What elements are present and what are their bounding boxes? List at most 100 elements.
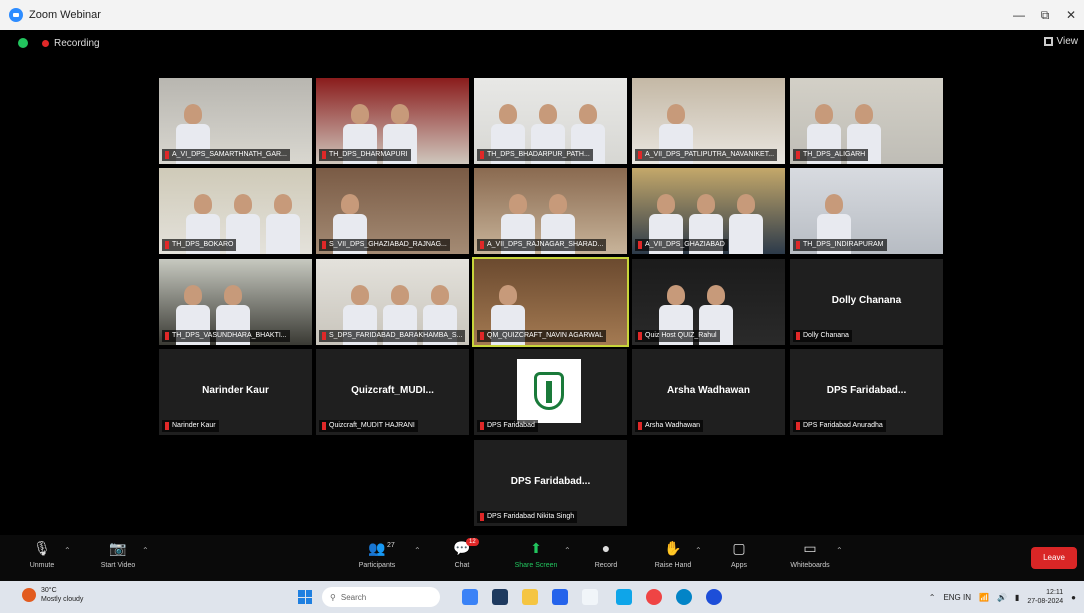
recording-dot-icon — [42, 39, 49, 47]
weather-icon — [22, 588, 36, 602]
participant-display-name: Narinder Kaur — [202, 385, 269, 396]
search-icon: ⚲ — [330, 592, 336, 602]
raise-hand-button[interactable]: ✋ Raise Hand — [643, 540, 703, 569]
participant-name-label: Dolly Chanana — [793, 330, 852, 342]
taskbar-app-icon[interactable] — [616, 589, 632, 605]
participant-name-label: TH_DPS_BHADARPUR_PATH... — [477, 149, 593, 161]
window-title: Zoom Webinar — [29, 9, 101, 21]
video-options-chevron-icon[interactable]: ⌃ — [142, 546, 149, 555]
apps-button[interactable]: ▢ Apps — [709, 540, 769, 569]
wifi-icon[interactable]: 📶 — [979, 593, 989, 602]
os-taskbar: 30°C Mostly cloudy ⚲ Search ⌃ ENG IN 📶 🔊… — [0, 581, 1084, 613]
share-screen-icon: ⬆ — [530, 540, 542, 556]
participant-name-label: Arsha Wadhawan — [635, 420, 703, 432]
window-titlebar: Zoom Webinar — ⧉ ✕ — [0, 0, 1084, 30]
participant-name-label: DPS Faridabad Nikita Singh — [477, 511, 578, 523]
meeting-toolbar: 🎙 Unmute ⌃ 📷 Start Video ⌃ 👥 Participant… — [0, 535, 1084, 581]
participant-name-label: TH_DPS_ALIGARH — [793, 149, 869, 161]
zoom-taskbar-icon[interactable] — [552, 589, 568, 605]
participant-name-label: A_VII_DPS_PATLIPUTRA_NAVANIKET... — [635, 149, 778, 161]
participant-tile[interactable]: DPS Faridabad — [474, 349, 627, 435]
chat-button[interactable]: 💬 12 Chat — [432, 538, 492, 569]
whiteboards-button[interactable]: ▭ Whiteboards — [780, 540, 840, 569]
participant-display-name: Dolly Chanana — [831, 295, 902, 306]
notification-icon[interactable]: ● — [1071, 593, 1076, 602]
participant-tile[interactable]: S_VII_DPS_GHAZIABAD_RAJNAG... — [316, 168, 469, 254]
participant-name-label: S_VII_DPS_GHAZIABAD_RAJNAG... — [319, 239, 450, 251]
record-icon: ● — [601, 540, 611, 556]
recording-indicator[interactable]: Recording — [42, 38, 100, 49]
participant-name-label: A_VI_DPS_SAMARTHNATH_GAR... — [162, 149, 290, 161]
participant-name-label: DPS Faridabad — [477, 420, 538, 432]
participant-tile[interactable]: TH_DPS_VASUNDHARA_BHAKTI... — [159, 259, 312, 345]
participant-tile[interactable]: DPS Faridabad... DPS Faridabad Nikita Sin… — [474, 440, 627, 526]
participant-tile[interactable]: TH_DPS_DHARMAPURI — [316, 78, 469, 164]
participant-name-label: QM_QUIZCRAFT_NAVIN AGARWAL — [477, 330, 607, 342]
language-indicator[interactable]: ENG IN — [943, 593, 971, 602]
view-label: View — [1056, 36, 1079, 47]
taskbar-app-icon[interactable] — [706, 589, 722, 605]
restore-button[interactable]: ⧉ — [1032, 8, 1058, 23]
participants-icon: 👥 — [368, 540, 386, 556]
participant-name-label: TH_DPS_INDIRAPURAM — [793, 239, 887, 251]
taskbar-search[interactable]: ⚲ Search — [322, 587, 440, 607]
taskbar-app-icon[interactable] — [582, 589, 598, 605]
windows-start-icon[interactable] — [298, 590, 312, 604]
participant-tile[interactable]: Arsha Wadhawan Arsha Wadhawan — [632, 349, 785, 435]
minimize-button[interactable]: — — [1006, 8, 1032, 22]
participant-tile[interactable]: DPS Faridabad... DPS Faridabad Anuradha — [790, 349, 943, 435]
close-button[interactable]: ✕ — [1058, 8, 1084, 22]
participant-name-label: TH_DPS_VASUNDHARA_BHAKTI... — [162, 330, 290, 342]
camera-off-icon: 📷 — [109, 540, 127, 556]
unmute-button[interactable]: 🎙 Unmute — [12, 540, 72, 569]
participant-tile[interactable]: Narinder Kaur Narinder Kaur — [159, 349, 312, 435]
participants-chevron-icon[interactable]: ⌃ — [414, 546, 421, 555]
system-clock[interactable]: 12:11 27-08-2024 — [1027, 588, 1063, 606]
participant-tile[interactable]: Quizcraft_MUDI... Quizcraft_MUDIT HAJRANI — [316, 349, 469, 435]
grid-view-icon — [1043, 37, 1053, 46]
participant-name-label: TH_DPS_DHARMAPURI — [319, 149, 411, 161]
participants-button[interactable]: 👥 Participants 27 — [347, 540, 407, 569]
participant-display-name: Arsha Wadhawan — [667, 385, 750, 396]
share-screen-button[interactable]: ⬆ Share Screen — [506, 540, 566, 569]
meeting-topbar: Recording View — [0, 30, 1084, 56]
participant-tile[interactable]: A_VII_DPS_RAJNAGAR_SHARAD... — [474, 168, 627, 254]
participant-tile[interactable]: A_VI_DPS_SAMARTHNATH_GAR... — [159, 78, 312, 164]
chrome-icon[interactable] — [646, 589, 662, 605]
edge-icon[interactable] — [676, 589, 692, 605]
participant-tile[interactable]: Quiz Host QUIZ_Rahul — [632, 259, 785, 345]
battery-icon[interactable]: ▮ — [1015, 593, 1019, 602]
participant-tile[interactable]: Dolly Chanana Dolly Chanana — [790, 259, 943, 345]
participant-tile[interactable]: TH_DPS_INDIRAPURAM — [790, 168, 943, 254]
recording-label: Recording — [54, 37, 100, 49]
security-shield-icon[interactable] — [18, 38, 28, 48]
participant-tile[interactable]: TH_DPS_ALIGARH — [790, 78, 943, 164]
reactions-chevron-icon[interactable]: ⌃ — [695, 546, 702, 555]
window-controls: — ⧉ ✕ — [1006, 0, 1084, 30]
participant-name-label: TH_DPS_BOKARO — [162, 239, 237, 251]
participant-tile[interactable]: TH_DPS_BHADARPUR_PATH... — [474, 78, 627, 164]
participant-tile[interactable]: A_VII_DPS_GHAZIABAD — [632, 168, 785, 254]
audio-options-chevron-icon[interactable]: ⌃ — [64, 546, 71, 555]
start-video-button[interactable]: 📷 Start Video — [88, 540, 148, 569]
tray-chevron-icon[interactable]: ⌃ — [929, 593, 936, 602]
view-button[interactable]: View — [1043, 36, 1079, 47]
file-explorer-icon[interactable] — [522, 589, 538, 605]
weather-desc: Mostly cloudy — [41, 596, 84, 603]
participant-tile[interactable]: TH_DPS_BOKARO — [159, 168, 312, 254]
participant-tile[interactable]: QM_QUIZCRAFT_NAVIN AGARWAL — [472, 257, 629, 347]
system-tray: ⌃ ENG IN 📶 🔊 ▮ 12:11 27-08-2024 ● — [929, 585, 1084, 609]
participant-display-name: DPS Faridabad... — [510, 476, 591, 487]
share-options-chevron-icon[interactable]: ⌃ — [564, 546, 571, 555]
whiteboard-chevron-icon[interactable]: ⌃ — [836, 546, 843, 555]
taskbar-app-icon[interactable] — [492, 589, 508, 605]
participant-display-name: Quizcraft_MUDI... — [351, 385, 434, 396]
taskbar-app-icon[interactable] — [462, 589, 478, 605]
participant-tile[interactable]: S_DPS_FARIDABAD_BARAKHAMBA_S... — [316, 259, 469, 345]
volume-icon[interactable]: 🔊 — [997, 593, 1007, 602]
school-logo-icon — [517, 359, 581, 423]
leave-button[interactable]: Leave — [1031, 547, 1077, 569]
participant-tile[interactable]: A_VII_DPS_PATLIPUTRA_NAVANIKET... — [632, 78, 785, 164]
weather-widget[interactable]: 30°C Mostly cloudy — [22, 586, 83, 604]
record-button[interactable]: ● Record — [576, 540, 636, 569]
